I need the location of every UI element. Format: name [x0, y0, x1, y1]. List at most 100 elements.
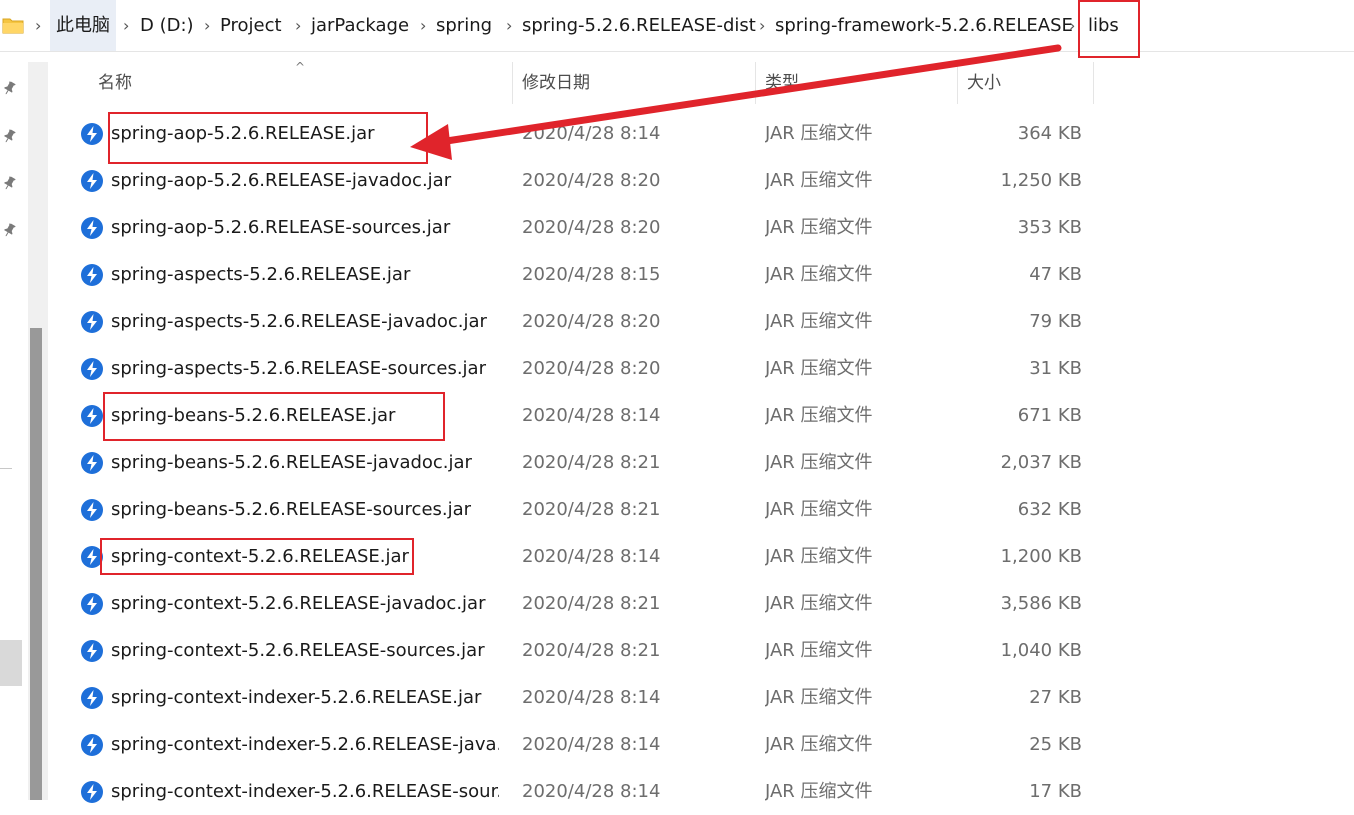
file-row[interactable]: spring-beans-5.2.6.RELEASE-sources.jar 2…: [52, 486, 1092, 533]
breadcrumb-spring-dist[interactable]: spring-5.2.6.RELEASE-dist: [522, 0, 756, 51]
breadcrumb-this-pc[interactable]: 此电脑: [50, 0, 116, 51]
jar-file-icon: [81, 781, 103, 803]
file-row[interactable]: spring-context-indexer-5.2.6.RELEASE-sou…: [52, 768, 1092, 815]
folder-icon: [2, 18, 24, 34]
file-row[interactable]: spring-beans-5.2.6.RELEASE-javadoc.jar 2…: [52, 439, 1092, 486]
file-row[interactable]: spring-aspects-5.2.6.RELEASE-sources.jar…: [52, 345, 1092, 392]
file-date: 2020/4/28 8:20: [522, 170, 661, 191]
breadcrumb-separator: ›: [35, 16, 42, 35]
file-type: JAR 压缩文件: [765, 781, 873, 802]
jar-file-icon: [81, 405, 103, 427]
jar-file-icon: [81, 217, 103, 239]
pin-icon[interactable]: [2, 175, 18, 191]
annotation-box-aop: [108, 112, 428, 164]
file-date: 2020/4/28 8:21: [522, 593, 661, 614]
column-header-type[interactable]: 类型: [765, 62, 799, 104]
file-row[interactable]: spring-context-indexer-5.2.6.RELEASE.jar…: [52, 674, 1092, 721]
column-header-date[interactable]: 修改日期: [522, 62, 590, 104]
breadcrumb-separator: ›: [295, 16, 302, 35]
column-divider[interactable]: [755, 62, 756, 104]
file-type: JAR 压缩文件: [765, 687, 873, 708]
file-name: spring-context-indexer-5.2.6.RELEASE.jar: [111, 687, 482, 708]
file-date: 2020/4/28 8:21: [522, 499, 661, 520]
breadcrumb-separator: ›: [1069, 16, 1076, 35]
file-date: 2020/4/28 8:21: [522, 452, 661, 473]
column-divider[interactable]: [512, 62, 513, 104]
file-size: 1,250 KB: [1000, 170, 1082, 191]
file-row[interactable]: spring-context-5.2.6.RELEASE-sources.jar…: [52, 627, 1092, 674]
file-type: JAR 压缩文件: [765, 170, 873, 191]
file-size: 632 KB: [1017, 499, 1082, 520]
column-header-size[interactable]: 大小: [967, 62, 1001, 104]
file-type: JAR 压缩文件: [765, 640, 873, 661]
file-type: JAR 压缩文件: [765, 123, 873, 144]
jar-file-icon: [81, 687, 103, 709]
jar-file-icon: [81, 640, 103, 662]
file-size: 671 KB: [1017, 405, 1082, 426]
breadcrumb-spring[interactable]: spring: [436, 0, 492, 51]
file-row[interactable]: spring-aop-5.2.6.RELEASE-javadoc.jar 202…: [52, 157, 1092, 204]
nav-selected-item[interactable]: [0, 640, 22, 686]
breadcrumb-jarpackage[interactable]: jarPackage: [311, 0, 409, 51]
nav-scrollbar-thumb[interactable]: [30, 328, 42, 800]
file-type: JAR 压缩文件: [765, 546, 873, 567]
file-name: spring-aspects-5.2.6.RELEASE.jar: [111, 264, 411, 285]
jar-file-icon: [81, 170, 103, 192]
column-header-name[interactable]: 名称: [98, 62, 132, 104]
file-date: 2020/4/28 8:14: [522, 546, 661, 567]
file-name: spring-aop-5.2.6.RELEASE-sources.jar: [111, 217, 451, 238]
file-date: 2020/4/28 8:14: [522, 405, 661, 426]
file-row[interactable]: spring-context-indexer-5.2.6.RELEASE-jav…: [52, 721, 1092, 768]
file-date: 2020/4/28 8:14: [522, 123, 661, 144]
annotation-box-beans: [103, 392, 445, 441]
file-date: 2020/4/28 8:14: [522, 734, 661, 755]
breadcrumb-separator: ›: [420, 16, 427, 35]
jar-file-icon: [81, 499, 103, 521]
file-size: 25 KB: [1029, 734, 1082, 755]
file-size: 1,040 KB: [1000, 640, 1082, 661]
file-date: 2020/4/28 8:21: [522, 640, 661, 661]
file-row[interactable]: spring-aop-5.2.6.RELEASE-sources.jar 202…: [52, 204, 1092, 251]
file-type: JAR 压缩文件: [765, 264, 873, 285]
file-name: spring-aspects-5.2.6.RELEASE-sources.jar: [111, 358, 486, 379]
file-row[interactable]: spring-aspects-5.2.6.RELEASE-javadoc.jar…: [52, 298, 1092, 345]
pin-icon[interactable]: [2, 222, 18, 238]
breadcrumb-drive-d[interactable]: D (D:): [140, 0, 194, 51]
nav-divider: [0, 468, 12, 469]
jar-file-icon: [81, 734, 103, 756]
address-bar[interactable]: › 此电脑 › D (D:) › Project › jarPackage › …: [0, 0, 1354, 52]
file-name: spring-beans-5.2.6.RELEASE-sources.jar: [111, 499, 472, 520]
file-row[interactable]: spring-aspects-5.2.6.RELEASE.jar 2020/4/…: [52, 251, 1092, 298]
file-date: 2020/4/28 8:14: [522, 781, 661, 802]
file-type: JAR 压缩文件: [765, 734, 873, 755]
file-type: JAR 压缩文件: [765, 358, 873, 379]
jar-file-icon: [81, 358, 103, 380]
file-size: 3,586 KB: [1000, 593, 1082, 614]
breadcrumb-project[interactable]: Project: [220, 0, 282, 51]
file-date: 2020/4/28 8:20: [522, 311, 661, 332]
file-size: 2,037 KB: [1000, 452, 1082, 473]
file-name: spring-context-indexer-5.2.6.RELEASE-sou…: [111, 781, 499, 802]
file-name: spring-aop-5.2.6.RELEASE-javadoc.jar: [111, 170, 452, 191]
column-divider[interactable]: [957, 62, 958, 104]
file-date: 2020/4/28 8:20: [522, 358, 661, 379]
sort-ascending-icon: ^: [295, 60, 306, 74]
breadcrumb-separator: ›: [204, 16, 211, 35]
file-size: 27 KB: [1029, 687, 1082, 708]
file-type: JAR 压缩文件: [765, 405, 873, 426]
jar-file-icon: [81, 452, 103, 474]
pin-icon[interactable]: [2, 80, 18, 96]
breadcrumb-separator: ›: [506, 16, 513, 35]
column-divider[interactable]: [1093, 62, 1094, 104]
file-row[interactable]: spring-context-5.2.6.RELEASE-javadoc.jar…: [52, 580, 1092, 627]
jar-file-icon: [81, 593, 103, 615]
breadcrumb-spring-framework[interactable]: spring-framework-5.2.6.RELEASE: [775, 0, 1073, 51]
file-size: 364 KB: [1017, 123, 1082, 144]
file-type: JAR 压缩文件: [765, 452, 873, 473]
pin-icon[interactable]: [2, 128, 18, 144]
file-size: 17 KB: [1029, 781, 1082, 802]
file-size: 353 KB: [1017, 217, 1082, 238]
file-size: 31 KB: [1029, 358, 1082, 379]
annotation-box-libs: [1078, 0, 1140, 58]
file-name: spring-aspects-5.2.6.RELEASE-javadoc.jar: [111, 311, 487, 332]
